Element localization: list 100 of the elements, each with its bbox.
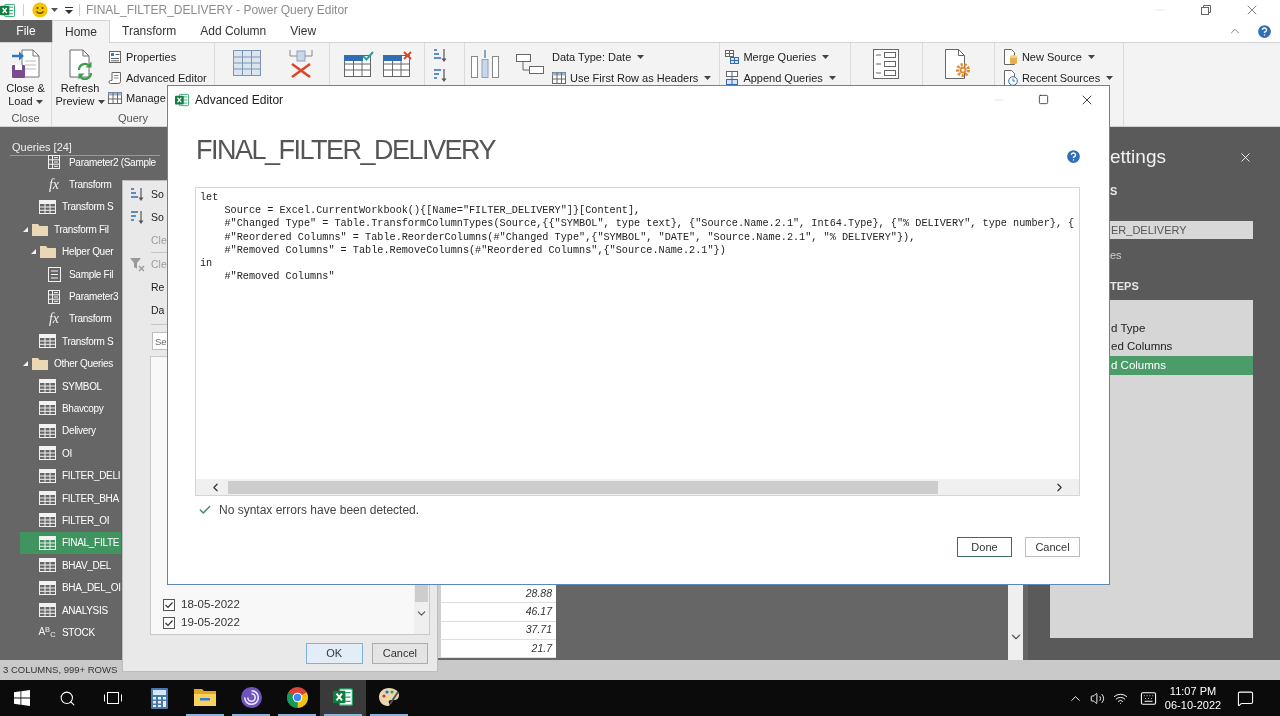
table-icon [38, 401, 56, 416]
menu-item[interactable]: So [123, 183, 164, 206]
close-load-button[interactable]: Close & Load [1, 43, 50, 108]
query-folder[interactable]: Transform Fil [20, 218, 111, 241]
query-item[interactable]: fx Transform [20, 307, 114, 331]
table-icon [38, 199, 56, 214]
dialog-button[interactable]: OK [305, 643, 363, 664]
query-item[interactable]: FILTER_OI [20, 509, 112, 532]
ribbon-tab[interactable]: Transform [110, 20, 189, 42]
speaker-icon[interactable] [1089, 690, 1105, 706]
list-boxes-icon[interactable] [873, 49, 900, 79]
document-cylinder-icon [1003, 49, 1018, 66]
keyboard-icon[interactable] [1139, 689, 1157, 707]
file-tab[interactable]: File [0, 20, 52, 42]
ribbon-tab[interactable]: Add Column [188, 20, 279, 42]
folder-icon [32, 357, 48, 371]
help-icon[interactable] [1256, 22, 1273, 40]
dialog-button[interactable]: Cancel [371, 643, 428, 664]
sort-descending-icon[interactable] [433, 68, 447, 83]
ribbon-button[interactable]: Properties [108, 47, 207, 68]
smiley-icon[interactable] [32, 2, 48, 18]
sort-descending-icon [130, 210, 144, 225]
sort-ascending-icon[interactable] [433, 48, 447, 63]
dialog-button[interactable]: Done [957, 537, 1012, 557]
caret-icon [51, 8, 58, 12]
query-item[interactable]: OI [20, 442, 74, 465]
split-column-icon[interactable] [470, 49, 500, 79]
ribbon-button[interactable]: Advanced Editor [108, 67, 207, 88]
query-item[interactable]: BHAV_DEL [20, 554, 114, 577]
refresh-preview-button[interactable]: Refresh Preview [53, 43, 107, 109]
step-item[interactable]: d Columns [1110, 356, 1253, 375]
query-item[interactable]: ANALYSIS [20, 598, 110, 622]
name-field[interactable]: ER_DELIVERY [1110, 221, 1253, 239]
function-symbol: fx [48, 311, 60, 326]
query-item[interactable]: Transform S [20, 195, 116, 219]
query-item[interactable]: Delivery [20, 419, 98, 443]
ribbon-button[interactable]: New Source [1003, 47, 1114, 68]
query-item[interactable]: A$^{B}$$_{C}$ STOCK [20, 621, 97, 644]
query-item[interactable]: SYMBOL [20, 374, 104, 398]
expand-arrow-icon[interactable] [22, 225, 29, 233]
query-item[interactable]: FINAL_FILTE [20, 531, 122, 555]
clock-date[interactable]: 06-10-2022 [1164, 698, 1222, 712]
restore-icon[interactable] [1201, 5, 1211, 15]
query-folder[interactable]: Other Queries [20, 352, 115, 375]
browser-icon [286, 686, 308, 708]
document-gear-icon[interactable] [944, 48, 973, 80]
status-message: No syntax errors have been detected. [219, 502, 420, 519]
clock-time[interactable]: 11:07 PM [1169, 684, 1217, 698]
table-icon [38, 334, 56, 349]
query-item[interactable]: FILTER_BHA [20, 486, 121, 510]
query-item[interactable]: Parameter3 [20, 285, 121, 308]
expand-arrow-icon[interactable] [30, 248, 37, 256]
checkbox[interactable] [163, 617, 175, 629]
step-item[interactable]: d Type [1110, 319, 1253, 338]
query-item[interactable]: fx Transform [20, 173, 114, 196]
properties-link[interactable]: es [1110, 249, 1122, 261]
ribbon-button[interactable]: Data Type: Date [552, 47, 712, 68]
query-folder[interactable]: Helper Quer [20, 240, 116, 263]
group-by-icon[interactable] [515, 53, 545, 75]
query-item[interactable]: Bhavcopy [20, 397, 106, 420]
speech-bubble-icon[interactable] [1236, 689, 1254, 707]
menu-item[interactable]: Re [123, 276, 165, 299]
document-arrow-icon [9, 48, 42, 80]
table-icon [38, 491, 56, 506]
step-item[interactable]: ed Columns [1110, 337, 1253, 356]
bar-caret-icon[interactable] [65, 6, 73, 14]
task-view-icon[interactable] [103, 690, 123, 706]
query-item[interactable]: BHA_DEL_OI [20, 576, 123, 599]
help-icon[interactable] [1065, 148, 1082, 165]
code-line: let [200, 191, 219, 205]
query-item[interactable]: Sample Fil [20, 262, 116, 286]
code-line: Source = Excel.CurrentWorkbook(){[Name="FILTER_DELIVERY"]}[Content], [223, 204, 641, 218]
ribbon-tab[interactable]: Home [52, 20, 110, 43]
query-item[interactable]: FILTER_DELI [20, 464, 123, 487]
table-icon [38, 446, 56, 461]
taskbar-app[interactable] [320, 680, 366, 716]
checkbox[interactable] [163, 599, 175, 611]
wifi-icon[interactable] [1112, 690, 1128, 706]
table-x-icon[interactable] [383, 51, 413, 77]
swirl-icon [240, 686, 262, 708]
ribbon-button[interactable]: Merge Queries [725, 47, 836, 68]
pane-title: ettings [1110, 145, 1166, 169]
dialog-button[interactable]: Cancel [1025, 537, 1080, 557]
expand-arrow-icon[interactable] [22, 360, 29, 368]
table-cell: 28.88 [438, 585, 556, 604]
table-icon [38, 468, 56, 483]
ribbon-button[interactable]: Append Queries [725, 67, 836, 88]
query-item[interactable]: Transform S [20, 330, 116, 353]
menu-item[interactable]: So [123, 206, 164, 229]
code-line: #"Changed Type" = Table.TransformColumnTypes(Source,{{"SYMBOL", type text}, {"Source.Name.2.1", Int64.Type}, {"% DELIVERY", type number}, { [223, 217, 1075, 231]
start-icon[interactable] [14, 690, 30, 706]
menu-item[interactable]: Da [123, 299, 165, 322]
maximize-icon[interactable] [1037, 94, 1049, 105]
code-line: in [200, 256, 213, 271]
search-icon[interactable] [58, 689, 76, 707]
column-remove-icon[interactable] [288, 50, 314, 78]
section-heading: TEPS [1110, 280, 1139, 292]
ribbon-tab[interactable]: View [278, 20, 329, 42]
table-check-icon[interactable] [344, 51, 374, 77]
table-icon [38, 558, 56, 573]
